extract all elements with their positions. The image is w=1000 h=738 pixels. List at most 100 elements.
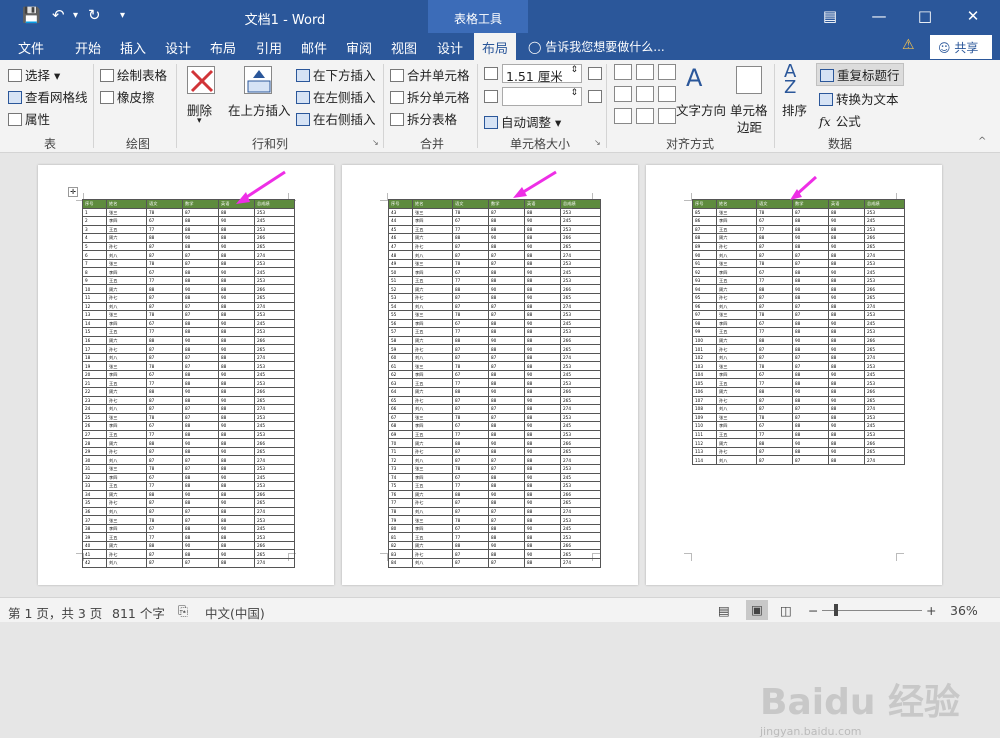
- table-cell[interactable]: 周六: [412, 489, 453, 500]
- table-cell[interactable]: 88: [218, 327, 255, 337]
- table-cell[interactable]: 87: [452, 498, 489, 508]
- table-cell[interactable]: 87: [182, 455, 219, 465]
- table-cell[interactable]: 88: [452, 438, 489, 448]
- table-cell[interactable]: 张三: [106, 515, 147, 525]
- table-cell[interactable]: 266: [254, 233, 295, 243]
- table-cell[interactable]: 张三: [412, 361, 453, 371]
- table-cell[interactable]: 孙七: [412, 549, 453, 559]
- table-cell[interactable]: 张三: [412, 207, 453, 218]
- table-cell[interactable]: 张三: [412, 258, 453, 269]
- table-cell[interactable]: 88: [828, 412, 865, 423]
- table-cell[interactable]: 87: [488, 412, 525, 423]
- table-cell[interactable]: 265: [560, 549, 601, 559]
- table-cell[interactable]: 88: [792, 446, 829, 457]
- table-row[interactable]: 6 刘八 87 87 88 274: [82, 250, 295, 260]
- insert-above-button[interactable]: 在上方插入: [226, 64, 292, 128]
- table-cell[interactable]: 87: [792, 455, 829, 465]
- table-row[interactable]: 15 王五 77 88 88 253: [82, 327, 295, 337]
- table-cell[interactable]: 88: [488, 446, 525, 457]
- table-cell[interactable]: 26: [82, 421, 107, 431]
- table-cell[interactable]: 40: [82, 540, 107, 551]
- header-cell[interactable]: 姓名: [106, 199, 147, 209]
- table-cell[interactable]: 245: [254, 523, 295, 534]
- table-row[interactable]: 42 刘八 87 87 88 274: [82, 557, 295, 568]
- table-cell[interactable]: 孙七: [106, 549, 147, 559]
- table-cell[interactable]: 77: [756, 327, 793, 337]
- table-cell[interactable]: 88: [524, 335, 561, 346]
- align-cell-icon[interactable]: [614, 86, 632, 102]
- table-cell[interactable]: 88: [218, 275, 255, 286]
- table-cell[interactable]: 李四: [412, 369, 453, 380]
- table-cell[interactable]: 265: [254, 241, 295, 252]
- table-cell[interactable]: 87: [146, 352, 183, 363]
- table-cell[interactable]: 37: [82, 515, 107, 525]
- zoom-in-icon[interactable]: +: [926, 603, 936, 618]
- zoom-level[interactable]: 36%: [950, 603, 978, 618]
- table-cell[interactable]: 88: [792, 293, 829, 303]
- table-row[interactable]: 5 孙七 87 88 90 265: [82, 241, 295, 252]
- table-cell[interactable]: 88: [488, 429, 525, 440]
- table-cell[interactable]: 266: [560, 540, 601, 551]
- table-cell[interactable]: 88: [828, 327, 865, 337]
- table-cell[interactable]: 88: [218, 463, 255, 474]
- table-cell[interactable]: 45: [388, 224, 413, 235]
- table-cell[interactable]: 253: [560, 275, 601, 286]
- table-row[interactable]: 35 孙七 87 88 90 265: [82, 498, 295, 508]
- table-cell[interactable]: 李四: [716, 421, 757, 431]
- table-cell[interactable]: 84: [388, 557, 413, 568]
- table-cell[interactable]: 88: [452, 284, 489, 294]
- table-cell[interactable]: 93: [692, 275, 717, 286]
- table-cell[interactable]: 王五: [106, 224, 147, 235]
- table-cell[interactable]: 43: [388, 207, 413, 218]
- table-cell[interactable]: 88: [452, 540, 489, 551]
- table-row[interactable]: 29 孙七 87 88 90 265: [82, 446, 295, 457]
- table-cell[interactable]: 38: [82, 523, 107, 534]
- table-cell[interactable]: 274: [254, 506, 295, 517]
- table-cell[interactable]: 67: [388, 412, 413, 423]
- table-cell[interactable]: 88: [524, 275, 561, 286]
- table-cell[interactable]: 78: [756, 207, 793, 218]
- table-cell[interactable]: 孙七: [106, 344, 147, 354]
- table-cell[interactable]: 67: [452, 216, 489, 226]
- table-cell[interactable]: 274: [864, 404, 905, 414]
- table-cell[interactable]: 245: [254, 267, 295, 277]
- table-cell[interactable]: 78: [146, 361, 183, 371]
- table-cell[interactable]: 周六: [716, 335, 757, 346]
- table-cell[interactable]: 90: [524, 267, 561, 277]
- table-cell[interactable]: 53: [388, 293, 413, 303]
- table-cell[interactable]: 90: [524, 318, 561, 329]
- tab-design[interactable]: 设计: [165, 38, 191, 57]
- table-cell[interactable]: 孙七: [412, 446, 453, 457]
- table-cell[interactable]: 87: [146, 549, 183, 559]
- tab-home[interactable]: 开始: [75, 38, 101, 57]
- table-cell[interactable]: 90: [524, 421, 561, 431]
- table-cell[interactable]: 87: [488, 557, 525, 568]
- table-cell[interactable]: 44: [388, 216, 413, 226]
- table-cell[interactable]: 周六: [412, 335, 453, 346]
- distribute-columns-icon[interactable]: [588, 90, 602, 103]
- table-cell[interactable]: 87: [488, 506, 525, 517]
- table-cell[interactable]: 刘八: [106, 506, 147, 517]
- table-cell[interactable]: 88: [218, 378, 255, 389]
- table-cell[interactable]: 17: [82, 344, 107, 354]
- table-cell[interactable]: 88: [452, 233, 489, 243]
- table-cell[interactable]: 78: [756, 412, 793, 423]
- table-cell[interactable]: 78: [756, 361, 793, 371]
- zoom-slider-thumb[interactable]: [834, 604, 838, 616]
- table-cell[interactable]: 274: [254, 557, 295, 568]
- table-cell[interactable]: 88: [792, 241, 829, 252]
- table-row[interactable]: 49 张三 78 87 88 253: [388, 258, 601, 269]
- table-header-row[interactable]: 序号 姓名 语文 数学 英语 总成绩: [692, 199, 905, 209]
- table-cell[interactable]: 90: [792, 438, 829, 448]
- table-cell[interactable]: 90: [218, 523, 255, 534]
- table-cell[interactable]: 274: [254, 352, 295, 363]
- table-cell[interactable]: 88: [756, 387, 793, 397]
- table-cell[interactable]: 59: [388, 344, 413, 354]
- table-cell[interactable]: 274: [254, 250, 295, 260]
- table-cell[interactable]: 88: [452, 489, 489, 500]
- table-cell[interactable]: 87: [488, 258, 525, 269]
- table-cell[interactable]: 76: [388, 489, 413, 500]
- table-cell[interactable]: 孙七: [716, 344, 757, 354]
- table-row[interactable]: 2 李四 67 88 90 245: [82, 216, 295, 226]
- table-cell[interactable]: 253: [864, 412, 905, 423]
